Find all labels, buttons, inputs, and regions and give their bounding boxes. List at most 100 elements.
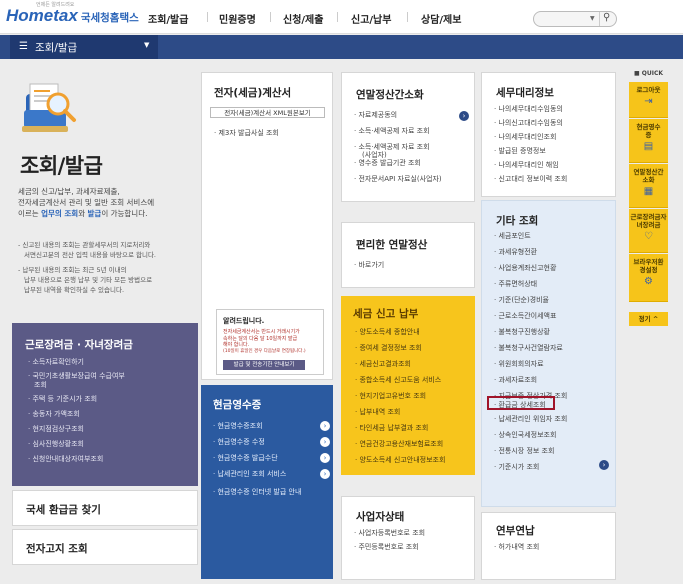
quick-browser-settings-button[interactable]: 브라우저환경설정 ⚙ bbox=[629, 254, 668, 302]
list-item[interactable]: · 세금포인트 bbox=[494, 232, 531, 241]
list-item[interactable]: · 상속인국세정보조회 bbox=[494, 431, 556, 440]
list-item[interactable]: · 제3자 발급사실 조회 bbox=[214, 129, 279, 138]
receipt-icon: ▤ bbox=[643, 141, 654, 152]
list-item[interactable]: · 전통시장 정보 조회 bbox=[494, 447, 554, 456]
hamburger-icon: ☰ bbox=[19, 41, 28, 52]
list-item[interactable]: · 과세유형전환 bbox=[494, 248, 537, 257]
yearend-card: 연말정산간소화 · 자료제공동의 › · 소득·세액공제 자료 조회 · 소득·… bbox=[341, 72, 475, 202]
list-item[interactable]: · 소득자료확인하기 bbox=[28, 358, 84, 367]
list-item[interactable]: · 국민기초생활보장급여 수급여부 bbox=[28, 372, 125, 381]
list-item[interactable]: · 근로소득간이세액표 bbox=[494, 312, 556, 321]
list-item-cont[interactable]: 조회 bbox=[34, 381, 47, 390]
list-item[interactable]: · 송동자 가액조회 bbox=[28, 410, 80, 419]
list-item[interactable]: · 신청안내대상자여부조회 bbox=[28, 455, 103, 464]
list-item[interactable]: · 신고대리 정보이력 조회 bbox=[494, 175, 567, 184]
chevron-right-icon[interactable]: › bbox=[320, 453, 330, 463]
gnb-item-apply[interactable]: 신청/제출 bbox=[283, 11, 323, 26]
menu-selector[interactable]: ☰ 조회/발급 ▼ bbox=[10, 35, 158, 59]
gnb-item-certificate[interactable]: 민원증명 bbox=[219, 11, 256, 26]
list-item[interactable]: · 주택 등 기준시가 조회 bbox=[28, 395, 97, 404]
list-item[interactable]: · 심사진행상황조회 bbox=[28, 440, 84, 449]
chevron-right-icon[interactable]: › bbox=[320, 421, 330, 431]
einvoice-card: 전자(세금)계산서 전자(세금)계산서 XML원본보기 · 제3자 발급사실 조… bbox=[201, 72, 333, 380]
chevron-right-icon[interactable]: › bbox=[320, 469, 330, 479]
list-item[interactable]: · 현금영수증조회 bbox=[213, 421, 263, 431]
list-item[interactable]: · 기준시가 조회 bbox=[494, 463, 539, 472]
list-item[interactable]: · 종합소득세 신고도움 서비스 bbox=[355, 375, 441, 385]
list-item[interactable]: · 현금영수증 수정 bbox=[213, 437, 265, 447]
top-header: 언제든 알려드려요 Hometax 국세청홈택스 조회/발급 민원증명 신청/제출… bbox=[0, 0, 683, 34]
hometax-logo[interactable]: 언제든 알려드려요 Hometax 국세청홈택스 bbox=[6, 2, 139, 30]
list-item[interactable]: · 증여세 결정정보 조회 bbox=[355, 343, 422, 353]
list-item[interactable]: · 영수증 발급기관 조회 bbox=[354, 159, 421, 168]
list-item[interactable]: · 허가내역 조회 bbox=[494, 543, 539, 552]
global-search[interactable]: ▼ ⚲ bbox=[533, 11, 617, 27]
logout-icon: ⇥ bbox=[644, 96, 653, 107]
page-description: 세금의 신고/납부, 과세자료제출, 전자세금계산서 관리 및 일반 조회 서비… bbox=[18, 187, 155, 218]
note-payment: - 납부된 내용의 조회는 최근 5년 이내의 납부 내용으로 은행 납부 및 … bbox=[18, 266, 153, 294]
list-item[interactable]: · 납세관리인 위임자 조회 bbox=[494, 415, 567, 424]
list-item[interactable]: · 바로가기 bbox=[354, 261, 384, 270]
quick-yearend-button[interactable]: 연말정산간소화 ▦ bbox=[629, 164, 668, 208]
quick-menu: ■ QUICK 로그아웃 ⇥ 현금영수증 ▤ 연말정산간소화 ▦ 근로장려금자녀장려금… bbox=[628, 70, 669, 330]
list-item[interactable]: · 과세자료조회 bbox=[494, 376, 537, 385]
list-item[interactable]: · 나의세무대리수임동의 bbox=[494, 105, 563, 114]
chevron-right-icon[interactable]: › bbox=[459, 111, 469, 121]
gnb-divider bbox=[407, 12, 408, 22]
quick-logout-button[interactable]: 로그아웃 ⇥ bbox=[629, 82, 668, 118]
list-item[interactable]: · 현금영수증 인터넷 발급 안내 bbox=[213, 487, 301, 497]
list-item[interactable]: · 나의세무대리인조회 bbox=[494, 133, 556, 142]
chevron-down-icon: ▼ bbox=[590, 15, 595, 22]
list-item[interactable]: · 소득·세액공제 자료 조회 bbox=[354, 127, 430, 136]
convenient-yearend-card: 편리한 연말정산 · 바로가기 bbox=[341, 222, 475, 288]
list-item[interactable]: · 현금영수증 발급수단 bbox=[213, 453, 278, 463]
list-item[interactable]: · 양도소득세 종합안내 bbox=[355, 327, 420, 337]
quick-menu-title: ■ QUICK bbox=[633, 70, 664, 77]
list-item[interactable]: · 연금건강고용산재보험료조회 bbox=[355, 439, 443, 449]
list-item[interactable]: · 타인세금 납부결과 조회 bbox=[355, 423, 428, 433]
tax-report-card: 세금 신고 납부 · 양도소득세 종합안내 · 증여세 결정정보 조회 · 세금… bbox=[341, 296, 475, 475]
list-item[interactable]: · 사업용계좌신고현황 bbox=[494, 264, 556, 273]
list-item[interactable]: · 발급된 증명정보 bbox=[494, 147, 546, 156]
list-item[interactable]: · 기준(단순)경비율 bbox=[494, 296, 549, 305]
gnb-divider bbox=[207, 12, 208, 22]
back-to-top-button[interactable]: 정기 ^ bbox=[629, 312, 668, 326]
list-item[interactable]: · 불복청구사건열람자료 bbox=[494, 344, 563, 353]
list-item[interactable]: · 납부내역 조회 bbox=[355, 407, 400, 417]
list-item[interactable]: · 나의신고대리수임동의 bbox=[494, 119, 563, 128]
list-item[interactable]: · 현지기업고유번호 조회 bbox=[355, 391, 426, 401]
enotice-card[interactable]: 전자고지 조회 bbox=[12, 529, 198, 565]
search-document-illustration bbox=[20, 80, 78, 136]
list-item[interactable]: · 위원회회의자료 bbox=[494, 360, 544, 369]
page-title: 조회/발급 bbox=[20, 154, 103, 178]
list-item[interactable]: · 납세관리인 조회 서비스 bbox=[213, 469, 286, 479]
search-icon[interactable]: ⚲ bbox=[603, 12, 610, 23]
gnb-item-report[interactable]: 신고/납부 bbox=[351, 11, 391, 26]
cash-receipt-card: 현금영수증 · 현금영수증조회 · 현금영수증 수정 · 현금영수증 발급수단 … bbox=[201, 385, 333, 579]
list-item[interactable]: · 주류면허상태 bbox=[494, 280, 537, 289]
quick-cash-receipt-button[interactable]: 현금영수증 ▤ bbox=[629, 119, 668, 163]
gnb-item-inquiry[interactable]: 조회/발급 bbox=[148, 11, 188, 26]
list-item[interactable]: · 세금신고결과조회 bbox=[355, 359, 411, 369]
notice-box: 알려드립니다. 전자세금계산서는 반드시 거래시기가 속하는 달의 다음 달 1… bbox=[216, 309, 324, 375]
list-item[interactable]: · 현지점검상구조회 bbox=[28, 425, 84, 434]
list-item[interactable]: · 양도소득세 신고안내정보조회 bbox=[355, 455, 445, 465]
xml-view-button[interactable]: 전자(세금)계산서 XML원본보기 bbox=[210, 107, 325, 118]
chevron-right-icon[interactable]: › bbox=[599, 460, 609, 470]
list-item[interactable]: · 주민등록번호로 조회 bbox=[354, 543, 419, 552]
gear-icon: ⚙ bbox=[644, 276, 653, 287]
deadline-guide-button[interactable]: 발급 및 전송기한 안내보기 bbox=[223, 360, 305, 370]
caret-down-icon: ▼ bbox=[144, 41, 150, 49]
tax-agent-card: 세무대리정보 · 나의세무대리수임동의 · 나의신고대리수임동의 · 나의세무대… bbox=[481, 72, 616, 197]
gnb-divider bbox=[270, 12, 271, 22]
list-item[interactable]: · 자료제공동의 bbox=[354, 111, 397, 120]
list-item[interactable]: · 사업자등록번호로 조회 bbox=[354, 529, 425, 538]
chevron-right-icon[interactable]: › bbox=[320, 437, 330, 447]
list-item[interactable]: · 전자문서API 자료실(사업자) bbox=[354, 175, 442, 184]
list-item[interactable]: · 나의세무대리인 해임 bbox=[494, 161, 559, 170]
refund-card[interactable]: 국세 환급금 찾기 bbox=[12, 490, 198, 526]
gnb-divider bbox=[337, 12, 338, 22]
list-item[interactable]: · 불복청구진행상황 bbox=[494, 328, 550, 337]
gnb-item-consult[interactable]: 상담/제보 bbox=[421, 11, 461, 26]
quick-labor-incentive-button[interactable]: 근로장려금자녀장려금 ♡ bbox=[629, 209, 668, 253]
